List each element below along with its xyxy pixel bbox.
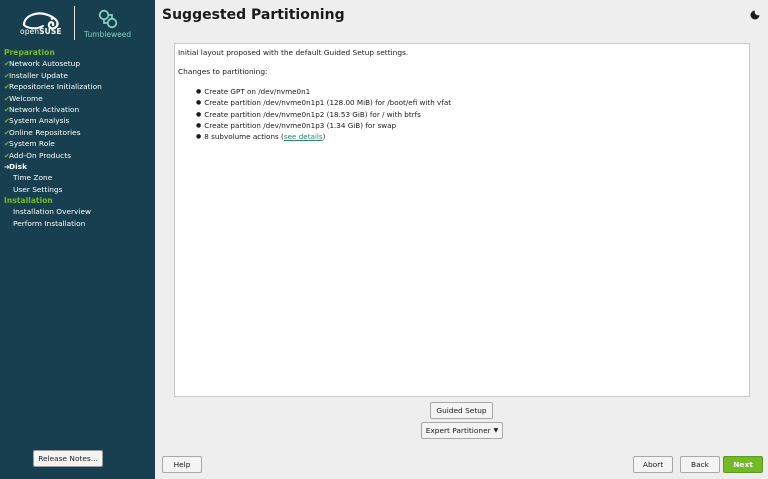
subvolume-suffix: ) [322, 132, 326, 142]
proposal-intro: Initial layout proposed with the default… [178, 48, 409, 57]
step-repositories-initialization: ✔Repositories Initialization [0, 81, 155, 92]
changes-list: Create GPT on /dev/nvme0n1 Create partit… [196, 86, 451, 142]
arrow-right-icon: ➜ [4, 162, 10, 171]
step-label: Network Activation [9, 104, 80, 114]
page-title: Suggested Partitioning [162, 7, 345, 23]
see-details-link[interactable]: see details [284, 132, 323, 141]
abort-button[interactable]: Abort [633, 456, 673, 473]
list-item: 8 subvolume actions (see details) [196, 131, 451, 142]
moon-icon[interactable] [750, 10, 760, 20]
step-group-installation: Installation [4, 196, 53, 206]
logo-area: openSUSE Tumbleweed [0, 0, 155, 44]
step-system-analysis: ✔System Analysis [0, 115, 155, 126]
step-label: Network Autosetup [9, 59, 81, 69]
installation-steps: Preparation ✔Network Autosetup ✔Installe… [0, 47, 155, 229]
brand-wordmark: openSUSE [20, 27, 62, 36]
list-item: Create partition /dev/nvme0n1p1 (128.00 … [196, 97, 451, 108]
step-disk: ➜Disk [0, 161, 155, 172]
caret-down-icon: ▼ [493, 427, 499, 434]
list-item: Create GPT on /dev/nvme0n1 [196, 86, 451, 97]
brand-suse-text: SUSE [39, 27, 62, 36]
next-button[interactable]: Next [723, 456, 763, 473]
release-notes-button[interactable]: Release Notes... [33, 450, 103, 467]
step-group-preparation: Preparation [4, 48, 55, 57]
step-system-role: ✔System Role [0, 138, 155, 149]
step-time-zone: Time Zone [13, 173, 53, 183]
back-button[interactable]: Back [680, 456, 720, 473]
tumbleweed-logo-icon [98, 9, 118, 29]
expert-partitioner-button[interactable]: Expert Partitioner ▼ [421, 422, 503, 439]
list-item: Create partition /dev/nvme0n1p3 (1.34 Gi… [196, 120, 451, 131]
step-label: Installer Update [9, 70, 68, 80]
step-user-settings: User Settings [13, 184, 63, 194]
step-add-on-products: ✔Add-On Products [0, 150, 155, 161]
help-button[interactable]: Help [162, 456, 202, 473]
step-perform-installation: Perform Installation [13, 218, 86, 228]
subvolume-text: 8 subvolume actions ( [204, 132, 284, 142]
step-label: System Analysis [9, 116, 70, 126]
step-label: Welcome [9, 93, 43, 103]
logo-divider [74, 6, 75, 40]
step-online-repositories: ✔Online Repositories [0, 127, 155, 138]
step-label: System Role [9, 139, 55, 149]
sidebar: openSUSE Tumbleweed Preparation ✔Network… [0, 0, 155, 479]
step-welcome: ✔Welcome [0, 93, 155, 104]
check-icon: ✔ [4, 83, 10, 92]
step-label: Disk [9, 161, 27, 171]
step-installation-overview: Installation Overview [13, 207, 92, 217]
guided-setup-button[interactable]: Guided Setup [430, 402, 493, 419]
step-label: Repositories Initialization [9, 82, 102, 92]
step-label: Online Repositories [9, 127, 81, 137]
expert-partitioner-label: Expert Partitioner [425, 426, 491, 435]
step-network-autosetup: ✔Network Autosetup [0, 58, 155, 69]
list-item: Create partition /dev/nvme0n1p2 (18.53 G… [196, 109, 451, 120]
brand-open-text: open [20, 27, 40, 36]
step-installer-update: ✔Installer Update [0, 70, 155, 81]
changes-label: Changes to partitioning: [178, 67, 268, 76]
step-network-activation: ✔Network Activation [0, 104, 155, 115]
step-label: Add-On Products [9, 150, 71, 160]
product-name: Tumbleweed [84, 30, 132, 39]
check-icon: ✔ [4, 140, 10, 149]
partitioning-proposal: Initial layout proposed with the default… [174, 43, 750, 397]
